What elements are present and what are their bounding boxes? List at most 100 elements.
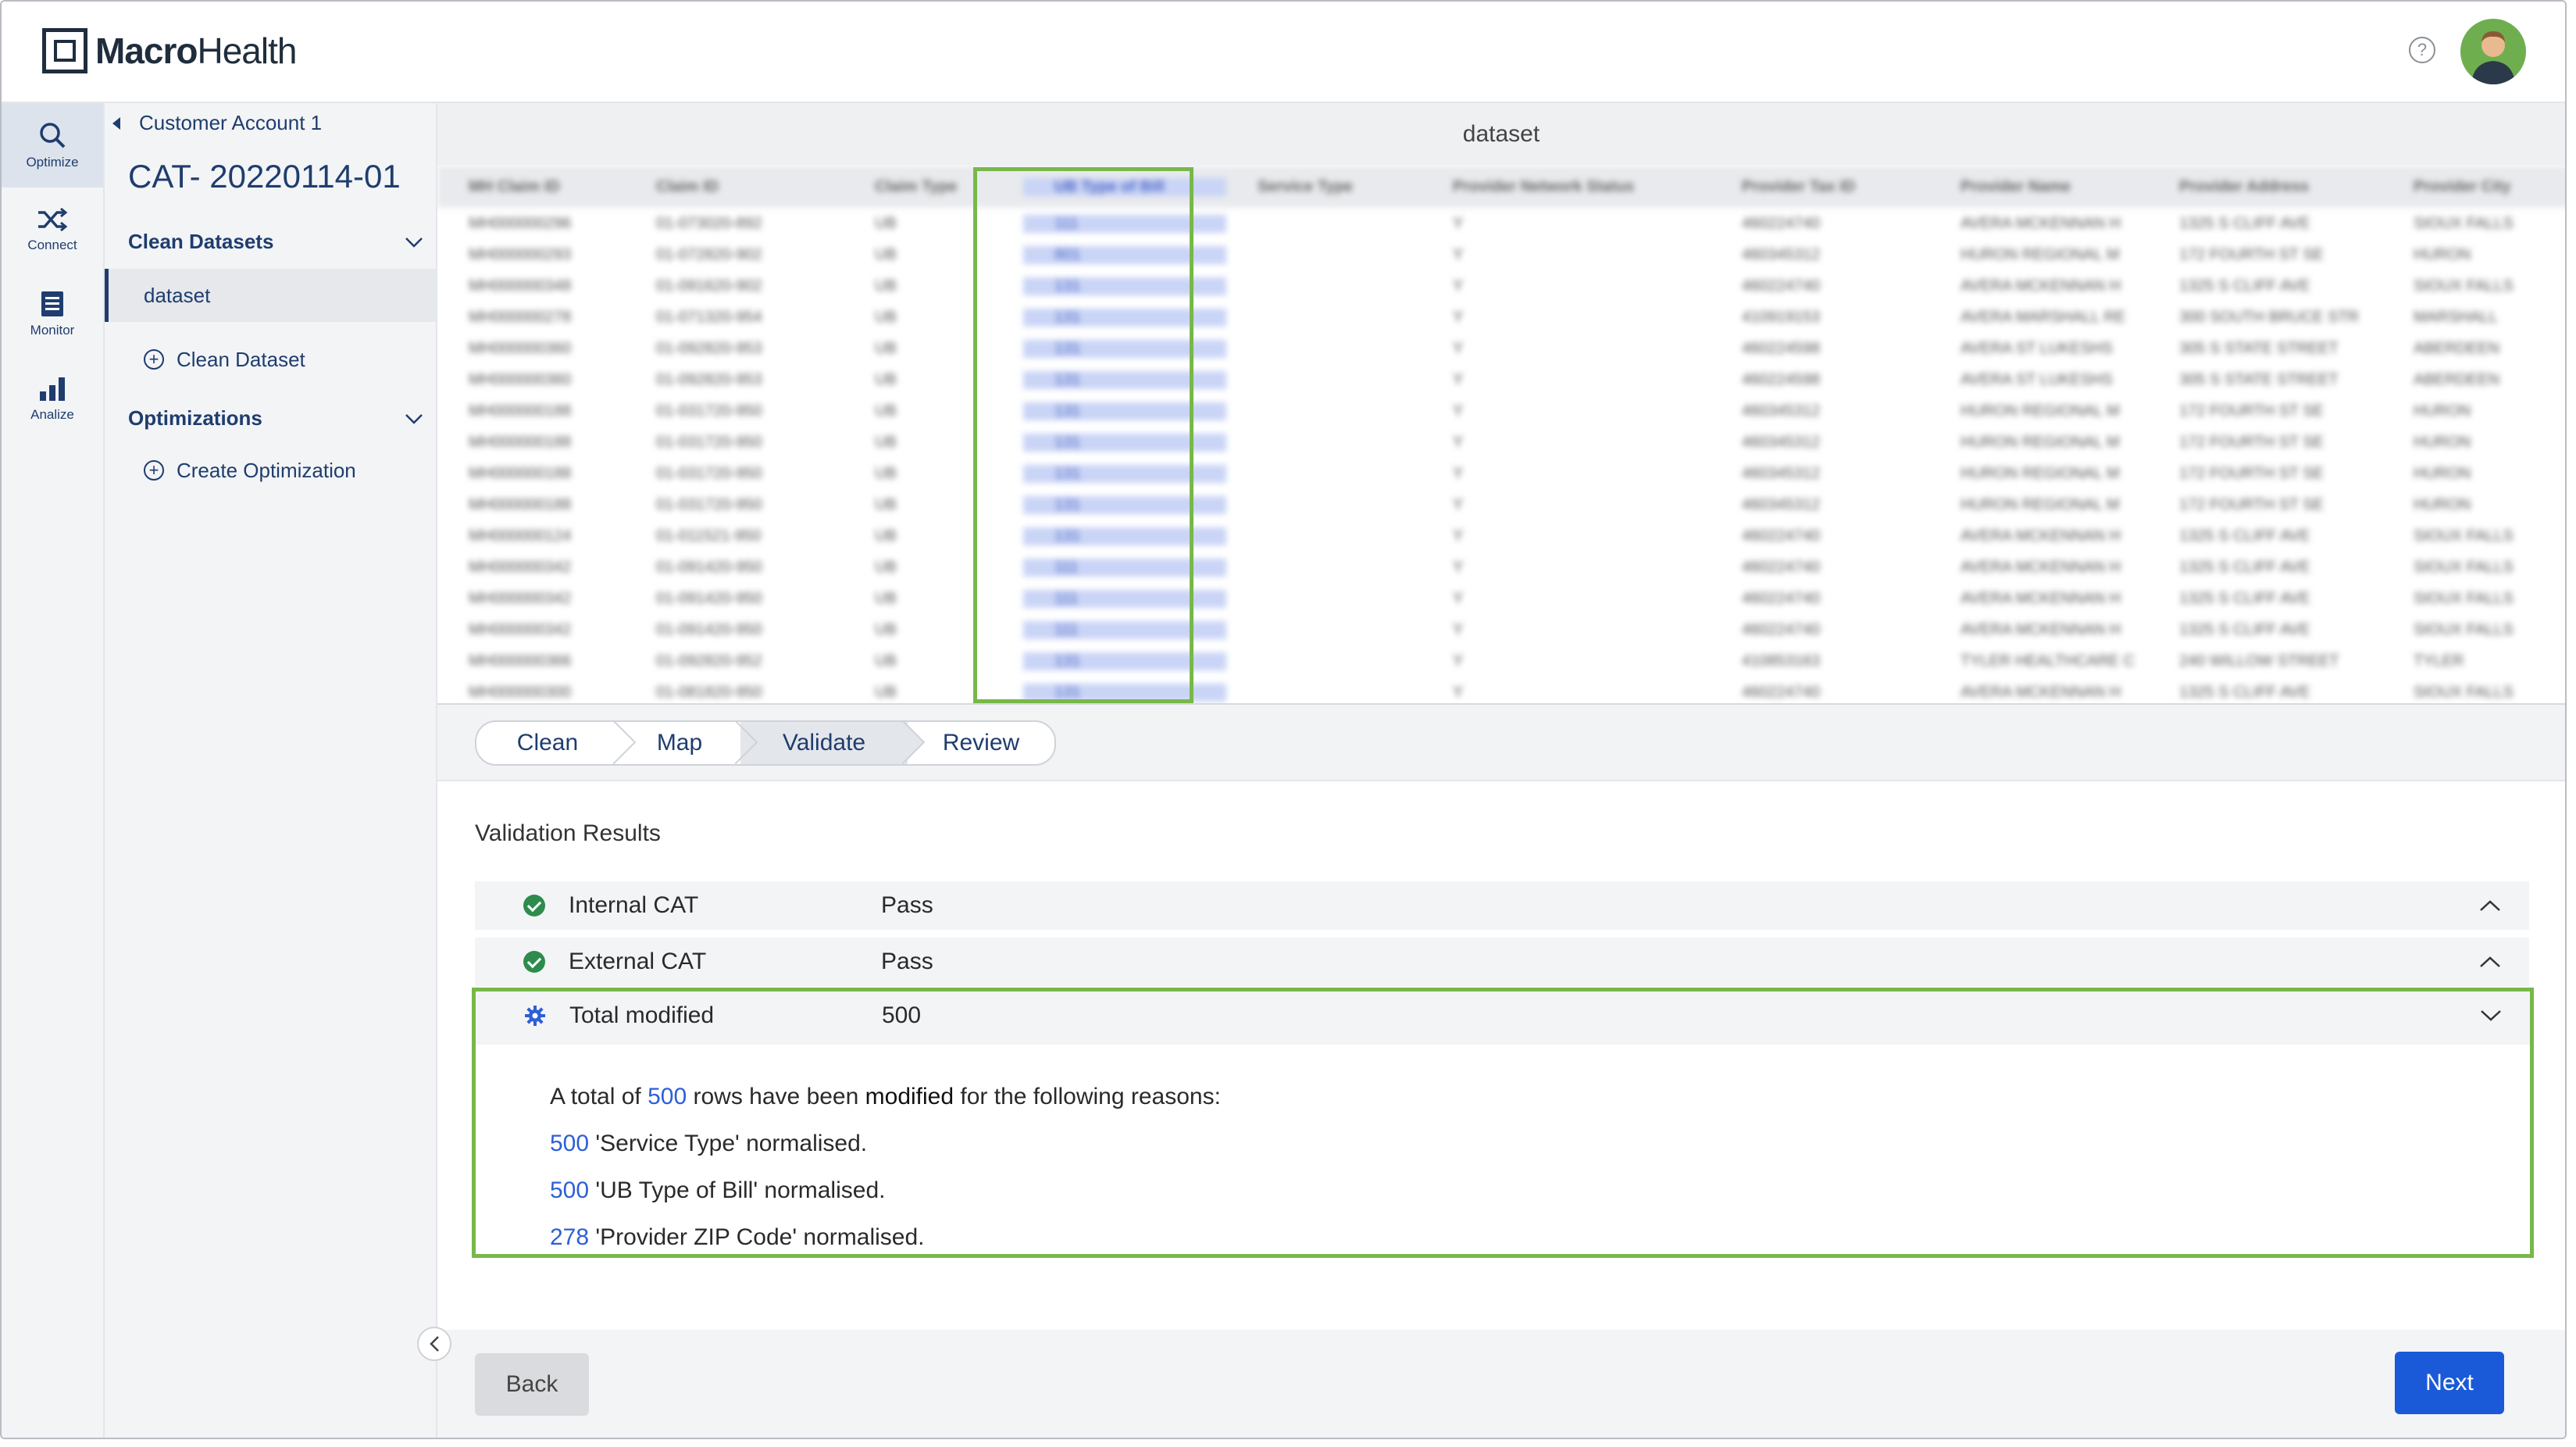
table-row[interactable]: MH000000188 01-031720-950 UB 131 Y 460345312 H… <box>437 395 2565 427</box>
table-cell: MH000000296 <box>469 214 572 232</box>
table-cell: SIOUX FALLS <box>2414 558 2514 576</box>
table-cell: Y <box>1453 527 1464 545</box>
left-rail: Optimize Connect Monitor Analize <box>2 103 105 1438</box>
column-header[interactable]: Provider Name <box>1929 178 2148 196</box>
column-header[interactable]: Provider City <box>2382 178 2565 196</box>
user-avatar[interactable] <box>2460 19 2526 84</box>
section-optimizations[interactable]: Optimizations <box>128 406 423 431</box>
table-cell: 111 <box>1023 620 1226 639</box>
table-row[interactable]: MH000000342 01-091420-950 UB 111 Y 460224740 A… <box>437 614 2565 645</box>
table-row[interactable]: MH000000293 01-072820-902 UB 801 Y 460345312 H… <box>437 239 2565 270</box>
table-header-row[interactable]: MH Claim ID Claim ID Claim Type UB Type of … <box>437 166 2565 208</box>
table-cell: 1325 S CLIFF AVE <box>2179 620 2310 638</box>
table-cell: HURON REGIONAL M <box>1961 495 2120 513</box>
table-cell: UB <box>875 589 897 607</box>
footer-bar: Back Next <box>437 1330 2565 1438</box>
chevron-up-icon[interactable] <box>2474 956 2506 968</box>
table-cell: MH000000360 <box>469 339 572 357</box>
column-header[interactable]: Provider Network Status <box>1422 178 1711 196</box>
result-name: Internal CAT <box>569 892 699 918</box>
collapse-sidebar-button[interactable] <box>417 1327 451 1361</box>
table-row[interactable]: MH000000348 01-091620-902 UB 131 Y 460224740 A… <box>437 270 2565 302</box>
dataset-title: dataset <box>437 103 2565 166</box>
chevron-down-icon[interactable] <box>2475 1009 2506 1022</box>
rail-item-connect[interactable]: Connect <box>2 188 103 272</box>
rail-item-optimize[interactable]: Optimize <box>2 103 103 188</box>
table-row[interactable]: MH000000300 01-081820-950 UB 131 Y 460224740 A… <box>437 677 2565 703</box>
column-header[interactable]: Claim ID <box>625 178 844 196</box>
table-cell: AVERA ST LUKESHS <box>1961 339 2113 357</box>
table-row[interactable]: MH000000278 01-071320-954 UB 131 Y 410919153 A… <box>437 302 2565 333</box>
column-header[interactable]: Provider Tax ID <box>1711 178 1929 196</box>
table-cell: Y <box>1453 339 1464 357</box>
table-cell: 460224598 <box>1742 339 1821 357</box>
chevron-up-icon[interactable] <box>2474 899 2506 912</box>
table-row[interactable]: MH000000188 01-031720-950 UB 131 Y 460345312 H… <box>437 489 2565 520</box>
macrohealth-logo[interactable]: MacroHealth <box>42 28 297 73</box>
sidebar-item-label: dataset <box>144 283 211 307</box>
table-cell: 172 FOURTH ST SE <box>2179 433 2324 451</box>
table-cell: 131 <box>1023 402 1226 420</box>
result-row-internal-cat[interactable]: Internal CAT Pass <box>475 881 2529 930</box>
step-map[interactable]: Map <box>619 722 758 764</box>
table-cell: UB <box>875 558 897 576</box>
table-cell: 01-091620-902 <box>656 277 762 295</box>
column-header[interactable]: MH Claim ID <box>437 178 625 196</box>
table-cell: MH000000366 <box>469 652 572 670</box>
table-row[interactable]: MH000000342 01-091420-950 UB 111 Y 460224740 A… <box>437 583 2565 614</box>
table-cell: MARSHALL <box>2414 308 2498 326</box>
back-button[interactable]: Back <box>475 1353 589 1416</box>
result-value: Pass <box>881 949 933 974</box>
breadcrumb-label: Customer Account 1 <box>139 111 323 134</box>
rail-item-analize[interactable]: Analize <box>2 356 103 441</box>
table-cell: UB <box>875 652 897 670</box>
step-clean[interactable]: Clean <box>476 722 637 764</box>
table-cell: Y <box>1453 277 1464 295</box>
table-cell: 172 FOURTH ST SE <box>2179 402 2324 420</box>
rail-item-monitor[interactable]: Monitor <box>2 272 103 356</box>
table-row[interactable]: MH000000360 01-092820-953 UB 131 Y 460224598 A… <box>437 364 2565 395</box>
column-header[interactable]: Service Type <box>1226 178 1422 196</box>
dataset-table[interactable]: MH Claim ID Claim ID Claim Type UB Type of … <box>437 166 2565 705</box>
step-review[interactable]: Review <box>908 722 1054 764</box>
table-cell: AVERA MARSHALL RE <box>1961 308 2126 326</box>
section-clean-datasets[interactable]: Clean Datasets <box>128 230 423 254</box>
table-row[interactable]: MH000000360 01-092820-953 UB 131 Y 460224598 A… <box>437 333 2565 364</box>
column-header[interactable]: Claim Type <box>844 178 1023 196</box>
table-cell: 1325 S CLIFF AVE <box>2179 589 2310 607</box>
section-label: Optimizations <box>128 406 262 430</box>
logo-text-light: Health <box>197 30 297 71</box>
table-cell: SIOUX FALLS <box>2414 620 2514 638</box>
table-row[interactable]: MH000000342 01-091420-950 UB 111 Y 460224740 A… <box>437 552 2565 583</box>
table-cell: MH000000188 <box>469 402 572 420</box>
breadcrumb-back[interactable]: Customer Account 1 <box>112 111 322 135</box>
table-cell: 131 <box>1023 527 1226 545</box>
table-cell: MH000000188 <box>469 495 572 513</box>
table-row[interactable]: MH000000296 01-073020-892 UB 111 Y 460224740 A… <box>437 208 2565 239</box>
table-cell: TYLER HEALTHCARE C <box>1961 652 2135 670</box>
table-cell: HURON REGIONAL M <box>1961 433 2120 451</box>
table-cell: 131 <box>1023 683 1226 702</box>
result-row-external-cat[interactable]: External CAT Pass <box>475 938 2529 986</box>
column-header[interactable]: Provider Address <box>2148 178 2382 196</box>
caret-left-icon <box>112 116 120 130</box>
check-circle-icon <box>523 895 545 916</box>
table-cell: HURON <box>2414 402 2471 420</box>
next-button[interactable]: Next <box>2395 1352 2504 1414</box>
clean-dataset-button[interactable]: + Clean Dataset <box>105 333 475 386</box>
help-icon[interactable]: ? <box>2409 37 2435 63</box>
sidebar-item-dataset[interactable]: dataset <box>105 269 436 322</box>
table-row[interactable]: MH000000366 01-092820-952 UB 131 Y 410853163 T… <box>437 645 2565 677</box>
main-content: dataset MH Claim ID Claim ID Claim Type UB … <box>437 103 2565 1438</box>
table-cell: 01-092820-953 <box>656 370 762 388</box>
create-optimization-button[interactable]: + Create Optimization <box>105 444 475 497</box>
chevron-left-icon <box>430 1336 439 1352</box>
column-header[interactable]: UB Type of Bill <box>1023 177 1226 196</box>
table-cell: MH000000360 <box>469 370 572 388</box>
table-row[interactable]: MH000000124 01-011521-950 UB 131 Y 460224740 A… <box>437 520 2565 552</box>
table-grid: MH Claim ID Claim ID Claim Type UB Type of … <box>437 166 2565 703</box>
table-row[interactable]: MH000000188 01-031720-950 UB 131 Y 460345312 H… <box>437 427 2565 458</box>
step-validate[interactable]: Validate <box>740 722 926 764</box>
table-row[interactable]: MH000000188 01-031720-950 UB 131 Y 460345312 H… <box>437 458 2565 489</box>
result-row-total-modified[interactable]: Total modified 500 <box>476 991 2530 1040</box>
